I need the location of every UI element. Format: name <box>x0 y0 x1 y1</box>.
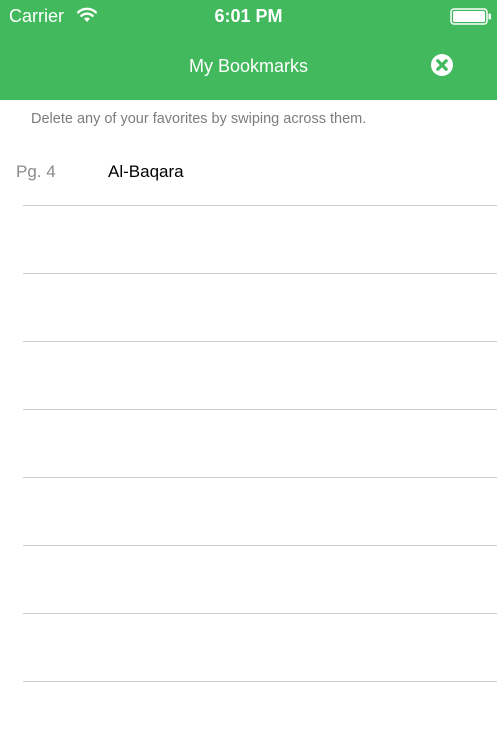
empty-row <box>0 478 497 546</box>
empty-row <box>0 342 497 410</box>
bookmark-page-label: Pg. 4 <box>16 162 56 181</box>
empty-row <box>0 410 497 478</box>
empty-row <box>0 614 497 682</box>
bookmark-title: Al-Baqara <box>108 162 184 181</box>
navigation-bar: My Bookmarks <box>0 33 497 100</box>
empty-row <box>0 274 497 342</box>
instruction-text: Delete any of your favorites by swiping … <box>31 111 367 127</box>
bookmark-row[interactable]: Pg. 4 Al-Baqara <box>0 138 497 206</box>
page-title: My Bookmarks <box>188 56 309 76</box>
empty-row <box>0 206 497 274</box>
status-bar: Carrier 6:01 PM <box>0 0 497 33</box>
battery-icon <box>450 8 491 25</box>
empty-row <box>0 546 497 614</box>
bookmark-list: Pg. 4 Al-Baqara <box>0 138 497 682</box>
close-icon[interactable] <box>430 53 454 77</box>
top-bar: Carrier 6:01 PM My Bookmarks <box>0 0 497 100</box>
status-time: 6:01 PM <box>214 6 283 26</box>
